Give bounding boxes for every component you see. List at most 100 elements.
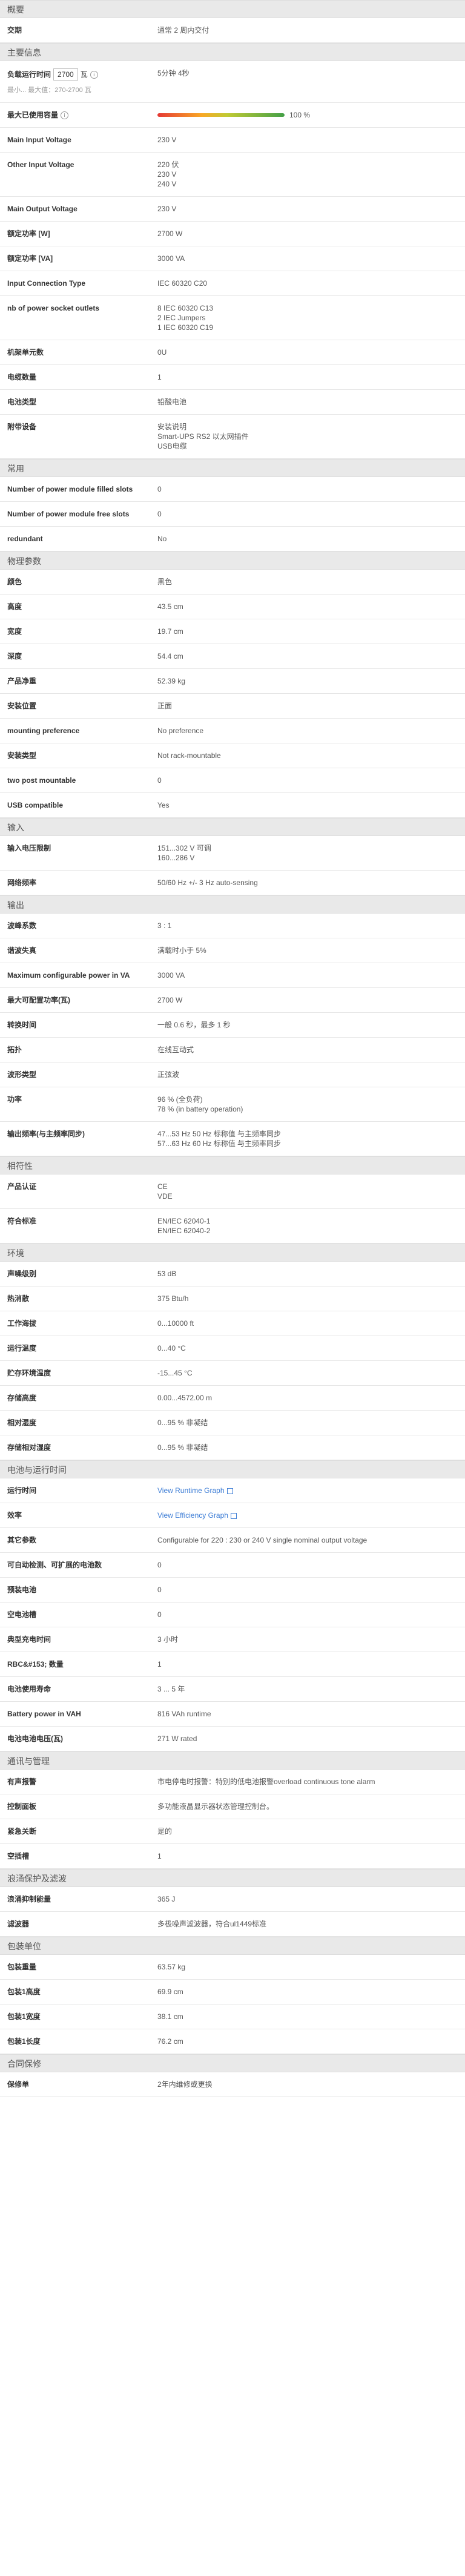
spec-value: No xyxy=(157,534,465,544)
spec-value: 100 % xyxy=(157,110,465,120)
spec-label: RBC&#153; 数量 xyxy=(0,1659,157,1669)
spec-value-line: CE xyxy=(157,1182,168,1191)
spec-value-line: 43.5 cm xyxy=(157,602,183,611)
spec-label: Battery power in VAH xyxy=(0,1709,157,1719)
spec-label: 空电池槽 xyxy=(0,1610,157,1619)
spec-label-text: 效率 xyxy=(7,1511,22,1520)
info-icon[interactable]: i xyxy=(61,111,69,120)
spec-value: 53 dB xyxy=(157,1269,465,1279)
spec-value: 69.9 cm xyxy=(157,1987,465,1997)
spec-value-line: 160...286 V xyxy=(157,854,195,862)
spec-label-text: 谐波失真 xyxy=(7,946,37,955)
spec-label-text: 电池类型 xyxy=(7,398,37,406)
spec-value: 黑色 xyxy=(157,577,465,587)
spec-value-line: 96 % (全负荷) xyxy=(157,1095,203,1104)
graph-link[interactable]: View Efficiency Graph xyxy=(157,1511,228,1520)
spec-value-line: 271 W rated xyxy=(157,1734,197,1743)
spec-label-text: 额定功率 [W] xyxy=(7,229,50,238)
spec-label-text: Main Input Voltage xyxy=(7,136,71,144)
spec-value-line: 正面 xyxy=(157,702,173,710)
graph-link[interactable]: View Runtime Graph xyxy=(157,1486,225,1495)
spec-value-line: EN/IEC 62040-2 xyxy=(157,1227,211,1235)
spec-value: Configurable for 220 : 230 or 240 V sing… xyxy=(157,1535,465,1545)
spec-label-text: 交期 xyxy=(7,26,22,35)
spec-label: 网络频率 xyxy=(0,878,157,888)
spec-value-line: 3000 VA xyxy=(157,254,185,263)
spec-row: 有声报警 市电停电时报警：特别的低电池报警overload continuous … xyxy=(0,1770,465,1794)
spec-label-text: 高度 xyxy=(7,602,22,611)
spec-value-line: 47...53 Hz 50 Hz 标称值 与主频率同步 xyxy=(157,1130,282,1138)
spec-label: 预装电池 xyxy=(0,1585,157,1595)
spec-value-line: 3 小时 xyxy=(157,1635,179,1644)
load-input[interactable]: 2700 xyxy=(53,68,78,81)
spec-label: 运行时间 xyxy=(0,1486,157,1495)
spec-label: 拓扑 xyxy=(0,1045,157,1055)
spec-value-line: EN/IEC 62040-1 xyxy=(157,1217,211,1225)
spec-label-text: 运行时间 xyxy=(7,1486,37,1495)
spec-row: 控制面板 多功能液晶显示器状态管理控制台。 xyxy=(0,1794,465,1819)
spec-value: 43.5 cm xyxy=(157,602,465,611)
spec-value-line: USB电缆 xyxy=(157,442,187,450)
spec-value: 54.4 cm xyxy=(157,651,465,661)
spec-value: 0...40 °C xyxy=(157,1343,465,1353)
spec-value-line: 一般 0.6 秒，最多 1 秒 xyxy=(157,1021,231,1029)
spec-label: 包装1长度 xyxy=(0,2037,157,2046)
spec-label-text: 预装电池 xyxy=(7,1586,37,1594)
spec-row: 输出频率(与主频率同步) 47...53 Hz 50 Hz 标称值 与主频率同步 5… xyxy=(0,1122,465,1156)
spec-value: 8 IEC 60320 C13 2 IEC Jumpers 1 IEC 60320 … xyxy=(157,303,465,332)
spec-label-text: 可自动检测、可扩展的电池数 xyxy=(7,1561,102,1569)
spec-value: CE VDE xyxy=(157,1182,465,1201)
spec-label: Input Connection Type xyxy=(0,278,157,288)
info-icon[interactable]: i xyxy=(90,71,98,79)
spec-label: nb of power socket outlets xyxy=(0,303,157,332)
spec-value-line: 151...302 V 可调 xyxy=(157,844,211,852)
spec-row: 附带设备 安装说明 Smart-UPS RS2 以太网插件 USB电缆 xyxy=(0,415,465,459)
spec-label: 安装类型 xyxy=(0,751,157,760)
spec-row: 包装1高度 69.9 cm xyxy=(0,1980,465,2004)
spec-row: 谐波失真 满载时小于 5% xyxy=(0,938,465,963)
spec-label-text: 包装1高度 xyxy=(7,1988,41,1996)
section-header: 电池与运行时间 xyxy=(0,1460,465,1478)
spec-value-line: 铅酸电池 xyxy=(157,398,187,406)
spec-value-line: 54.4 cm xyxy=(157,652,183,660)
spec-value: 151...302 V 可调 160...286 V xyxy=(157,843,465,863)
section-header: 常用 xyxy=(0,459,465,477)
section-header: 通讯与管理 xyxy=(0,1751,465,1770)
spec-label-text: 颜色 xyxy=(7,578,22,586)
spec-label-text: 相对湿度 xyxy=(7,1418,37,1427)
section-header: 浪涌保护及滤波 xyxy=(0,1869,465,1887)
spec-value: 正面 xyxy=(157,701,465,711)
spec-row: 拓扑 在线互动式 xyxy=(0,1038,465,1062)
spec-label: 存储高度 xyxy=(0,1393,157,1403)
spec-value: 52.39 kg xyxy=(157,676,465,686)
spec-value-line: 2年内维修或更换 xyxy=(157,2080,213,2089)
spec-label-text: Other Input Voltage xyxy=(7,160,74,169)
spec-row: Other Input Voltage 220 伏 230 V 240 V xyxy=(0,153,465,197)
spec-row: 滤波器 多极噪声滤波器，符合ul1449标准 xyxy=(0,1912,465,1937)
spec-value-line: 市电停电时报警：特别的低电池报警overload continuous tone… xyxy=(157,1777,375,1786)
spec-label: Main Output Voltage xyxy=(0,204,157,214)
spec-label: Main Input Voltage xyxy=(0,135,157,145)
spec-label-text: 宽度 xyxy=(7,627,22,636)
section-header: 包装单位 xyxy=(0,1937,465,1955)
section-header: 输入 xyxy=(0,818,465,836)
spec-row: Maximum configurable power in VA 3000 VA xyxy=(0,963,465,988)
spec-label: 有声报警 xyxy=(0,1777,157,1787)
spec-row: nb of power socket outlets 8 IEC 60320 C1… xyxy=(0,296,465,340)
spec-value-line: 安装说明 xyxy=(157,423,187,431)
spec-row: mounting preference No preference xyxy=(0,719,465,743)
spec-label: 波峰系数 xyxy=(0,921,157,931)
spec-label: 热消散 xyxy=(0,1294,157,1303)
spec-value-line: Not rack-mountable xyxy=(157,751,221,760)
spec-value: 0U xyxy=(157,348,465,357)
spec-value: 38.1 cm xyxy=(157,2012,465,2021)
spec-label-text: 波峰系数 xyxy=(7,921,37,930)
spec-row: Number of power module free slots 0 xyxy=(0,502,465,527)
spec-label: 符合标准 xyxy=(0,1216,157,1236)
spec-value: 0 xyxy=(157,1560,465,1570)
spec-value: 5分钟 4秒 xyxy=(157,68,465,95)
spec-value-line: -15...45 °C xyxy=(157,1369,193,1377)
spec-value-line: 240 V xyxy=(157,180,177,188)
spec-label-text: USB compatible xyxy=(7,801,64,809)
spec-value-line: 0...95 % 非凝结 xyxy=(157,1418,208,1427)
